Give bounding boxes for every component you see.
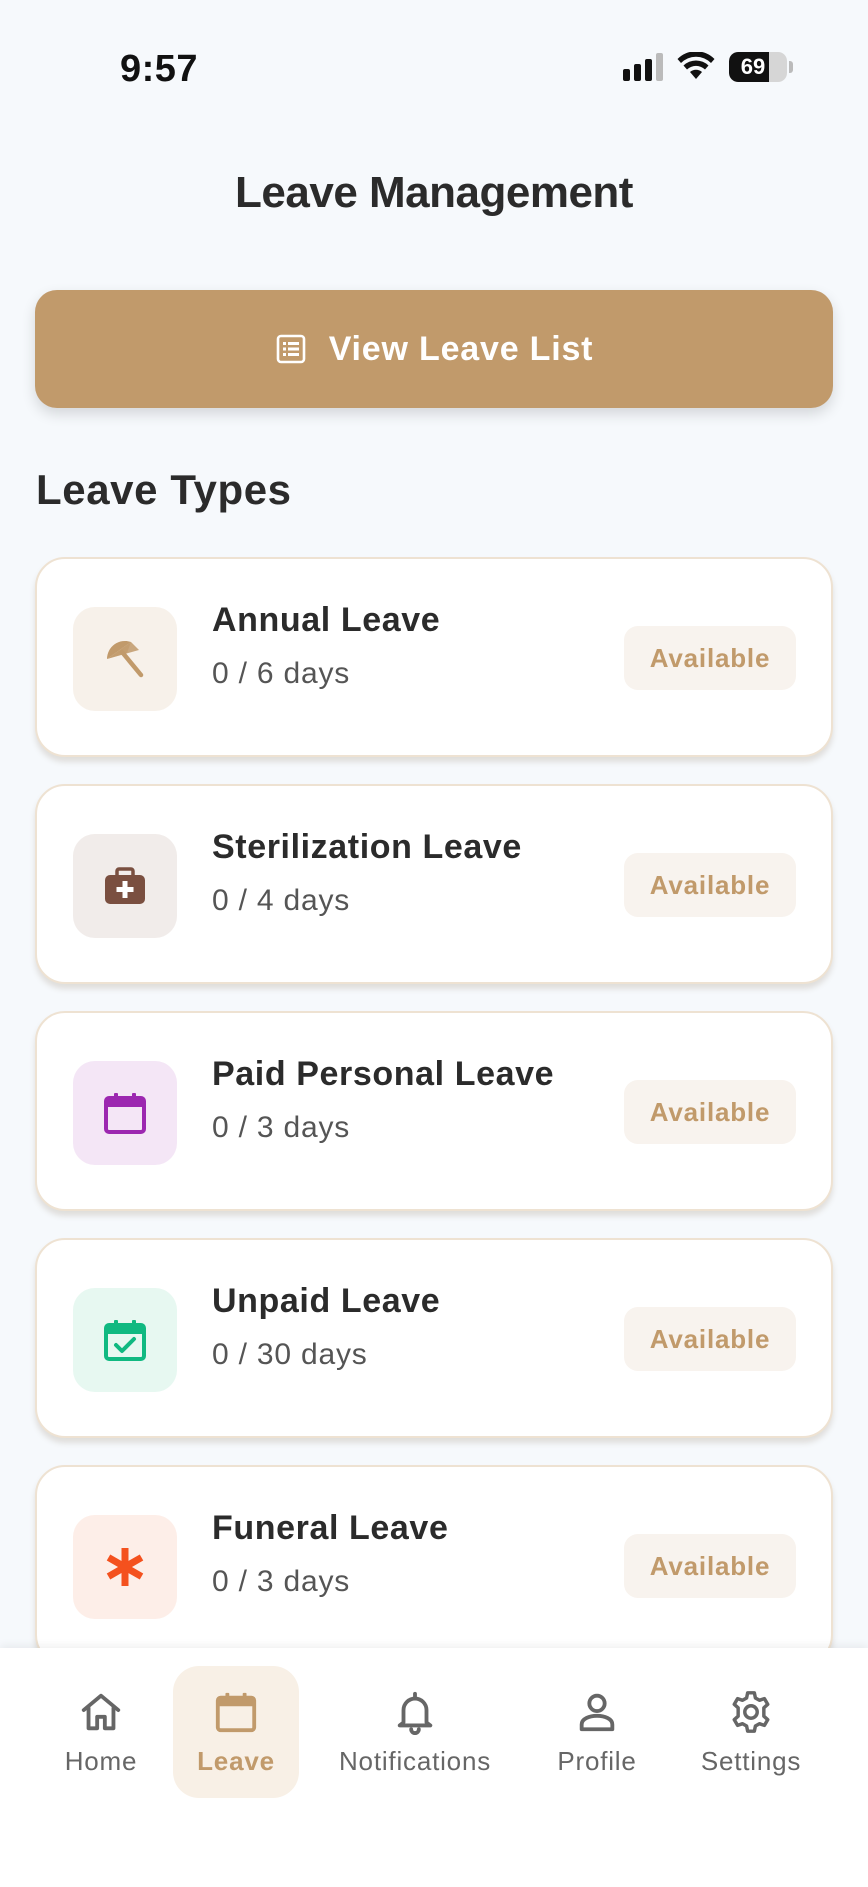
leave-name: Annual Leave (212, 601, 441, 639)
status-badge: Available (624, 1534, 796, 1598)
bottom-nav: Home Leave Notifications Profile Setting… (0, 1648, 868, 1887)
leave-days: 0 / 6 days (212, 657, 351, 690)
nav-label: Home (64, 1745, 138, 1776)
calendar-check-icon (104, 1320, 146, 1361)
nav-label: Settings (700, 1745, 802, 1776)
battery-icon: 69 (729, 52, 787, 82)
leave-name: Funeral Leave (212, 1509, 449, 1547)
status-badge: Available (624, 853, 796, 917)
status-icons: 69 (623, 52, 793, 82)
leave-days: 0 / 30 days (212, 1338, 368, 1371)
leave-card-funeral[interactable]: Funeral Leave 0 / 3 days Available (35, 1465, 833, 1665)
leave-icon-box (73, 1061, 177, 1165)
leave-card-sterilization[interactable]: Sterilization Leave 0 / 4 days Available (35, 784, 833, 984)
leave-days: 0 / 4 days (212, 884, 351, 917)
leave-card-annual[interactable]: Annual Leave 0 / 6 days Available (35, 557, 833, 757)
leave-icon-box (73, 1288, 177, 1392)
person-icon (579, 1693, 615, 1731)
medical-kit-icon (105, 867, 145, 904)
status-time: 9:57 (120, 48, 199, 90)
umbrella-icon (106, 640, 144, 678)
nav-label: Notifications (338, 1745, 492, 1776)
home-icon (81, 1693, 121, 1730)
leave-name: Unpaid Leave (212, 1282, 441, 1320)
nav-label: Profile (557, 1745, 637, 1776)
status-badge: Available (624, 1307, 796, 1371)
leave-icon-box (73, 607, 177, 711)
status-badge: Available (624, 1080, 796, 1144)
leave-icon-box (73, 834, 177, 938)
status-badge: Available (624, 626, 796, 690)
gear-icon (732, 1690, 770, 1733)
view-leave-list-label: View Leave List (328, 329, 594, 368)
list-icon (276, 334, 305, 364)
leave-icon-box (73, 1515, 177, 1619)
calendar-icon (215, 1692, 257, 1732)
nav-item-notifications[interactable]: Notifications (328, 1666, 502, 1798)
wifi-icon (677, 52, 715, 79)
battery-level: 69 (740, 54, 766, 79)
nav-item-home[interactable]: Home (42, 1666, 160, 1798)
page-title: Leave Management (235, 168, 633, 217)
leave-name: Paid Personal Leave (212, 1055, 555, 1093)
view-leave-list-button[interactable]: View Leave List (35, 290, 833, 408)
leave-days: 0 / 3 days (212, 1111, 351, 1144)
calendar-icon (104, 1093, 146, 1134)
cellular-signal-icon (623, 53, 663, 81)
leave-card-paid-personal[interactable]: Paid Personal Leave 0 / 3 days Available (35, 1011, 833, 1211)
nav-item-profile[interactable]: Profile (545, 1666, 649, 1798)
leave-days: 0 / 3 days (212, 1565, 351, 1598)
status-bar: 9:57 69 (0, 0, 868, 140)
section-title-leave-types: Leave Types (36, 466, 292, 513)
bell-icon (397, 1691, 433, 1735)
nav-item-leave[interactable]: Leave (173, 1666, 299, 1798)
leave-name: Sterilization Leave (212, 828, 522, 866)
nav-item-settings[interactable]: Settings (694, 1666, 808, 1798)
nav-label: Leave (197, 1745, 275, 1776)
leave-card-unpaid[interactable]: Unpaid Leave 0 / 30 days Available (35, 1238, 833, 1438)
asterisk-icon (106, 1548, 144, 1586)
